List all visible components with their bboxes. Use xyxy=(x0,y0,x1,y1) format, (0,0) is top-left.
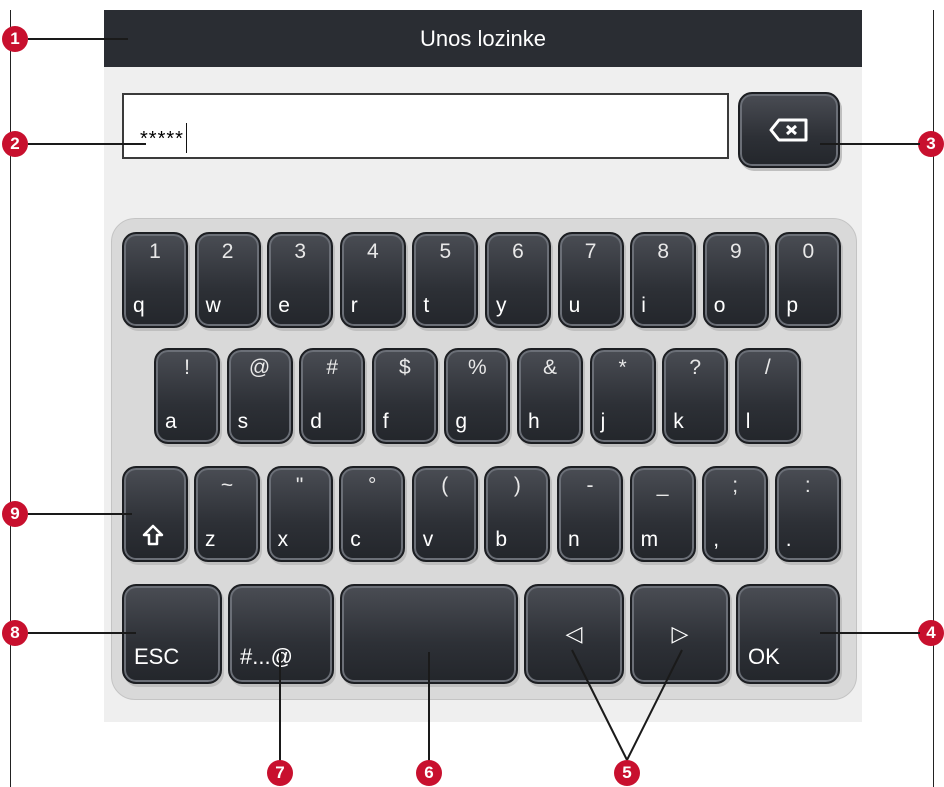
callout-leaders-bottom xyxy=(279,649,683,762)
callout-5: 5 xyxy=(614,760,640,786)
callout-5-line-b xyxy=(626,649,683,761)
callout-6: 6 xyxy=(416,760,442,786)
callout-5-line-a xyxy=(571,649,628,761)
callout-7: 7 xyxy=(267,760,293,786)
